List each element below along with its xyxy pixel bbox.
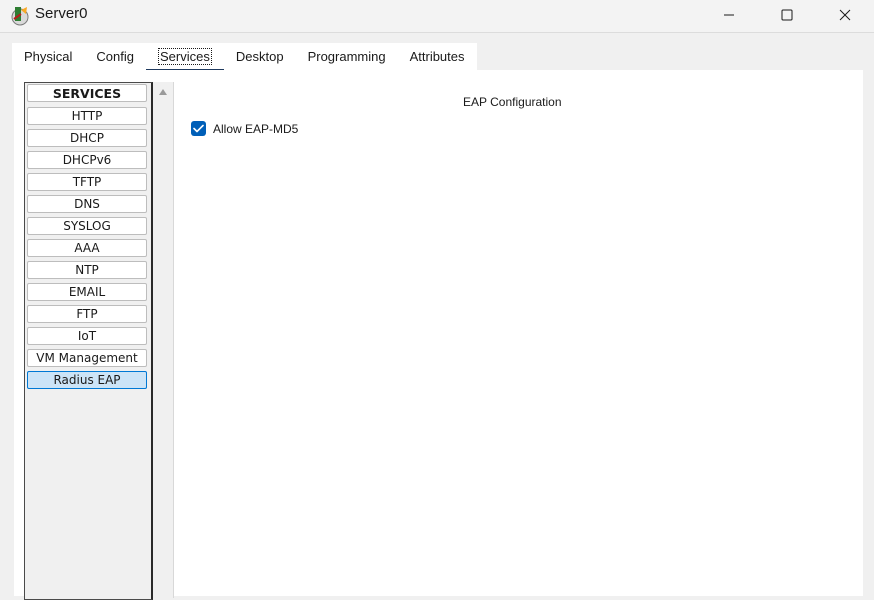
- tab-label: Services: [158, 48, 212, 65]
- service-http-button[interactable]: HTTP: [27, 107, 147, 125]
- tab-label: Config: [96, 49, 134, 64]
- tab-label: Attributes: [409, 49, 465, 64]
- service-ntp-button[interactable]: NTP: [27, 261, 147, 279]
- service-syslog-button[interactable]: SYSLOG: [27, 217, 147, 235]
- tab-bar: Physical Config Services Desktop Program…: [12, 43, 477, 72]
- services-header: SERVICES: [27, 84, 147, 102]
- tab-programming[interactable]: Programming: [295, 43, 398, 70]
- service-vm-management-button[interactable]: VM Management: [27, 349, 147, 367]
- services-content: SERVICES HTTP DHCP DHCPv6 TFTP DNS SYSLO…: [14, 70, 863, 600]
- tab-attributes[interactable]: Attributes: [397, 43, 477, 70]
- service-radius-eap-button[interactable]: Radius EAP: [27, 371, 147, 389]
- scroll-up-button[interactable]: [153, 82, 173, 102]
- maximize-button[interactable]: [758, 0, 816, 30]
- service-dns-button[interactable]: DNS: [27, 195, 147, 213]
- service-dhcpv6-button[interactable]: DHCPv6: [27, 151, 147, 169]
- tab-label: Programming: [307, 49, 386, 64]
- eap-config-title: EAP Configuration: [463, 95, 562, 109]
- tab-services[interactable]: Services: [146, 43, 224, 72]
- services-list: SERVICES HTTP DHCP DHCPv6 TFTP DNS SYSLO…: [24, 82, 153, 600]
- triangle-up-icon: [159, 89, 167, 95]
- service-email-button[interactable]: EMAIL: [27, 283, 147, 301]
- allow-eap-md5-label: Allow EAP-MD5: [213, 121, 299, 136]
- allow-eap-md5-checkbox[interactable]: Allow EAP-MD5: [191, 121, 298, 136]
- minimize-icon: [724, 14, 734, 16]
- minimize-button[interactable]: [700, 0, 758, 30]
- checkmark-icon: [193, 124, 204, 133]
- service-tftp-button[interactable]: TFTP: [27, 173, 147, 191]
- close-icon: [839, 9, 851, 21]
- tab-config[interactable]: Config: [84, 43, 146, 70]
- title-bar: Server0: [0, 0, 874, 33]
- window-title: Server0: [35, 5, 88, 22]
- network-server-icon: [11, 7, 29, 26]
- checkbox-checked[interactable]: [191, 121, 206, 136]
- service-dhcp-button[interactable]: DHCP: [27, 129, 147, 147]
- tab-label: Physical: [24, 49, 73, 64]
- services-scrollbar[interactable]: [153, 82, 174, 598]
- service-iot-button[interactable]: IoT: [27, 327, 147, 345]
- tab-label: Desktop: [235, 49, 284, 64]
- close-button[interactable]: [816, 0, 874, 30]
- service-aaa-button[interactable]: AAA: [27, 239, 147, 257]
- tab-desktop[interactable]: Desktop: [223, 43, 296, 70]
- service-ftp-button[interactable]: FTP: [27, 305, 147, 323]
- tab-physical[interactable]: Physical: [12, 43, 85, 70]
- maximize-icon: [781, 9, 793, 21]
